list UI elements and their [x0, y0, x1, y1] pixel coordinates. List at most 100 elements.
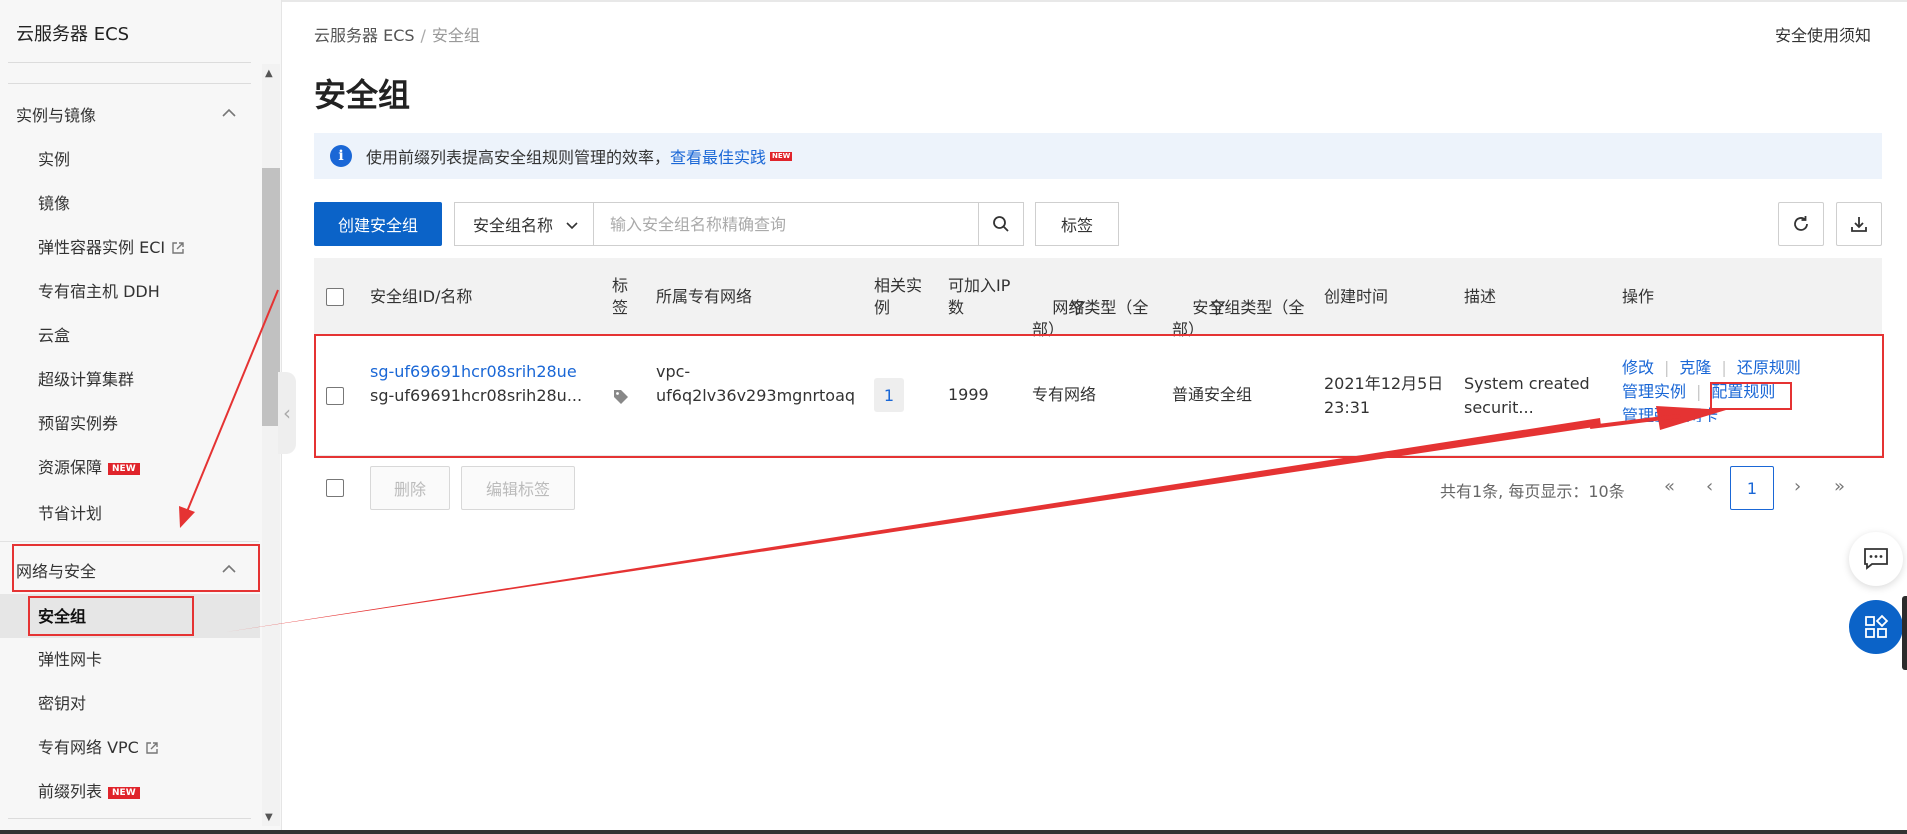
- refresh-button[interactable]: [1778, 202, 1824, 246]
- related-instances-count[interactable]: 1: [874, 378, 904, 412]
- toolbar: 创建安全组 安全组名称 标签: [314, 202, 1882, 246]
- footer-select-all-checkbox[interactable]: [326, 479, 344, 497]
- sidebar-item-keypairs[interactable]: 密钥对: [38, 690, 86, 714]
- sidebar-item-eci[interactable]: 弹性容器实例 ECI: [38, 234, 185, 258]
- clone-link[interactable]: 克隆: [1679, 358, 1711, 377]
- security-group-type: 普通安全组: [1172, 385, 1253, 404]
- table-header: 安全组ID/名称 标 签 所属专有网络 相关实 例 可加入IP 数 网络类型（全…: [314, 258, 1882, 339]
- table-footer: 删除 编辑标签 共有1条, 每页显示：10条 « ‹ 1 › »: [314, 466, 1882, 512]
- prev-page-icon[interactable]: ‹: [1706, 476, 1713, 497]
- filter-field-select[interactable]: 安全组名称: [454, 202, 594, 246]
- info-banner: i 使用前缀列表提高安全组规则管理的效率， 查看最佳实践 NEW: [314, 133, 1882, 179]
- security-group-name: sg-uf69691hcr08srih28u...: [370, 386, 583, 405]
- modify-link[interactable]: 修改: [1622, 358, 1654, 377]
- sidebar-divider: [0, 541, 259, 542]
- sidebar-divider: [8, 62, 251, 63]
- external-link-icon: [146, 742, 158, 754]
- edit-tags-button[interactable]: 编辑标签: [461, 466, 575, 510]
- top-border: [282, 0, 1907, 2]
- column-header-vpc: 所属专有网络: [656, 287, 753, 306]
- sidebar-divider: [8, 818, 251, 819]
- sidebar-item-vpc[interactable]: 专有网络 VPC: [38, 734, 159, 758]
- sidebar-item-resource-guarantee[interactable]: 资源保障 NEW: [38, 454, 140, 478]
- vpc-id-line2: uf6q2lv36v293mgnrtoaq: [656, 386, 856, 405]
- column-header-instances: 相关实 例: [874, 276, 923, 317]
- create-security-group-button[interactable]: 创建安全组: [314, 202, 442, 246]
- column-header-label: 网络类型（全 部）: [1032, 298, 1149, 339]
- filter-field-select-value: 安全组名称: [473, 216, 554, 235]
- filter-icon[interactable]: [1070, 300, 1086, 316]
- side-panel-handle[interactable]: [1902, 596, 1907, 670]
- sidebar-item-prefix-lists[interactable]: 前缀列表 NEW: [38, 778, 140, 802]
- chat-float-button[interactable]: [1849, 532, 1903, 586]
- download-icon: [1851, 217, 1867, 232]
- restore-rules-link[interactable]: 还原规则: [1737, 358, 1801, 377]
- chevron-up-icon[interactable]: [222, 106, 236, 120]
- created-date: 2021年12月5日: [1324, 374, 1444, 393]
- actions-row1: 修改 | 克隆 | 还原规则: [1622, 356, 1801, 380]
- page-button-current[interactable]: 1: [1730, 466, 1774, 510]
- description-line2: securit...: [1464, 398, 1534, 417]
- first-page-icon[interactable]: «: [1664, 476, 1675, 497]
- manage-instances-link[interactable]: 管理实例: [1622, 382, 1686, 401]
- chevron-down-icon: [566, 222, 578, 230]
- chat-icon: [1864, 548, 1888, 570]
- delete-button[interactable]: 删除: [370, 466, 450, 510]
- created-time: 23:31: [1324, 398, 1371, 417]
- breadcrumb-item-ecs[interactable]: 云服务器 ECS: [314, 26, 415, 45]
- sidebar-item-images[interactable]: 镜像: [38, 190, 70, 214]
- sidebar-item-cloudbox[interactable]: 云盒: [38, 322, 70, 346]
- vpc-id-line1: vpc-: [656, 362, 691, 381]
- security-notice-link[interactable]: 安全使用须知: [1775, 22, 1871, 46]
- column-header-description: 描述: [1464, 287, 1497, 306]
- column-header-label: 安全组类型（全 部）: [1172, 298, 1305, 339]
- tag-filter-button[interactable]: 标签: [1035, 202, 1119, 246]
- row-checkbox[interactable]: [326, 387, 344, 405]
- breadcrumb-item-current: 安全组: [431, 26, 480, 45]
- page-title: 安全组: [314, 76, 411, 114]
- search-input[interactable]: [593, 202, 979, 246]
- breadcrumb-separator: /: [420, 26, 426, 45]
- apps-grid-icon: [1865, 614, 1889, 638]
- apps-float-button[interactable]: [1849, 600, 1903, 654]
- next-page-icon[interactable]: ›: [1794, 476, 1801, 497]
- sidebar-item-ddh[interactable]: 专有宿主机 DDH: [38, 278, 160, 302]
- select-all-checkbox[interactable]: [326, 288, 344, 306]
- sidebar-item-scc[interactable]: 超级计算集群: [38, 366, 134, 390]
- scroll-up-arrow-icon[interactable]: ▲: [265, 68, 273, 79]
- sidebar-group-network-security[interactable]: 网络与安全: [16, 558, 96, 582]
- sidebar-title: 云服务器 ECS: [16, 24, 130, 45]
- sidebar-group-instances-images[interactable]: 实例与镜像: [16, 102, 96, 126]
- tag-icon[interactable]: [612, 388, 630, 406]
- column-header-created-time: 创建时间: [1324, 287, 1389, 306]
- sidebar-item-savings-plan[interactable]: 节省计划: [38, 500, 102, 524]
- network-type: 专有网络: [1032, 385, 1097, 404]
- search-button[interactable]: [978, 202, 1024, 246]
- action-separator: |: [1664, 358, 1670, 377]
- sidebar-item-security-groups[interactable]: 安全组: [38, 603, 86, 627]
- sidebar-item-instances[interactable]: 实例: [38, 146, 70, 170]
- sidebar: 云服务器 ECS 实例与镜像 实例 镜像 弹性容器实例 ECI 专有宿主机 DD…: [0, 0, 282, 834]
- download-button[interactable]: [1836, 202, 1882, 246]
- manage-eni-link[interactable]: 管理弹性网卡: [1622, 404, 1718, 422]
- scroll-down-arrow-icon[interactable]: ▼: [265, 812, 273, 823]
- security-group-id-link[interactable]: sg-uf69691hcr08srih28ue: [370, 360, 577, 384]
- action-separator: |: [1721, 358, 1727, 377]
- sidebar-collapse-handle[interactable]: ‹: [278, 372, 296, 454]
- last-page-icon[interactable]: »: [1834, 476, 1845, 497]
- sidebar-item-label: 专有网络 VPC: [38, 738, 139, 757]
- best-practice-link[interactable]: 查看最佳实践: [670, 144, 766, 168]
- filter-icon[interactable]: [1210, 300, 1226, 316]
- ip-capacity: 1999: [948, 385, 989, 404]
- sidebar-item-reserved-instances[interactable]: 预留实例券: [38, 410, 118, 434]
- column-header-id-name: 安全组ID/名称: [370, 287, 473, 306]
- actions-row2: 管理实例 | 配置规则: [1622, 380, 1775, 404]
- breadcrumb: 云服务器 ECS / 安全组: [314, 22, 480, 46]
- chevron-up-icon[interactable]: [222, 562, 236, 576]
- refresh-icon: [1794, 216, 1808, 231]
- sidebar-item-label: 前缀列表: [38, 782, 103, 801]
- new-badge: NEW: [108, 463, 140, 475]
- chevron-left-icon: ‹: [283, 401, 291, 425]
- sidebar-item-eni[interactable]: 弹性网卡: [38, 646, 102, 670]
- configure-rules-link[interactable]: 配置规则: [1711, 382, 1775, 401]
